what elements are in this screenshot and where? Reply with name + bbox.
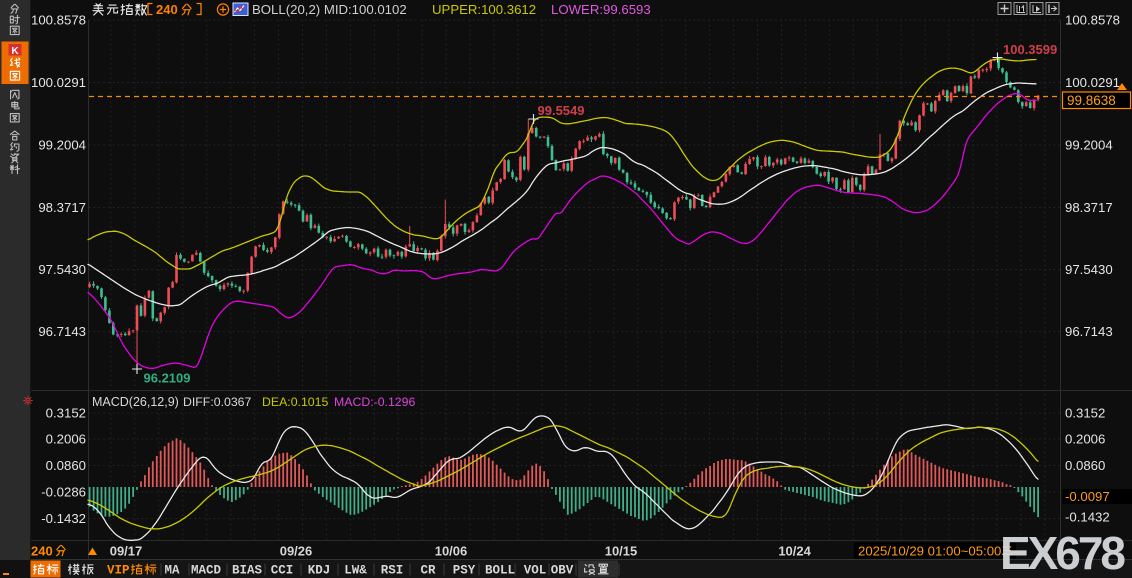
svg-text:KDJ: KDJ <box>308 564 331 578</box>
svg-text:OBV: OBV <box>551 564 574 578</box>
svg-text:100.0291: 100.0291 <box>1065 75 1120 90</box>
svg-text:100.3599: 100.3599 <box>1003 42 1057 57</box>
svg-text:100.8578: 100.8578 <box>31 13 86 28</box>
svg-text:97.5430: 97.5430 <box>38 262 86 277</box>
svg-text:10/24: 10/24 <box>778 544 811 559</box>
svg-text:K: K <box>11 46 19 57</box>
svg-text:BOLL(20,2) MID:100.0102: BOLL(20,2) MID:100.0102 <box>252 2 407 17</box>
svg-text:10/06: 10/06 <box>435 544 468 559</box>
svg-text:0.3152: 0.3152 <box>46 406 86 421</box>
svg-text:MACD(26,12,9): MACD(26,12,9) <box>92 395 179 409</box>
svg-text:LOWER:99.6593: LOWER:99.6593 <box>551 2 651 17</box>
svg-text:99.5549: 99.5549 <box>538 103 585 118</box>
svg-text:DEA:0.1015: DEA:0.1015 <box>262 395 328 409</box>
svg-text:99.8638: 99.8638 <box>1067 93 1116 108</box>
svg-text:-0.1432: -0.1432 <box>1065 510 1110 525</box>
svg-text:09/17: 09/17 <box>110 544 143 559</box>
svg-text:CCI: CCI <box>271 564 294 578</box>
svg-text:0.0860: 0.0860 <box>1065 458 1105 473</box>
svg-text:UPPER:100.3612: UPPER:100.3612 <box>432 2 536 17</box>
svg-text:97.5430: 97.5430 <box>1065 262 1113 277</box>
svg-text:100.8578: 100.8578 <box>1065 13 1120 28</box>
svg-text:240: 240 <box>31 544 53 559</box>
svg-text:0.2006: 0.2006 <box>46 432 86 447</box>
svg-text:BIAS: BIAS <box>232 564 263 578</box>
svg-text:2025/10/29 01:00~05:00: 2025/10/29 01:00~05:00 <box>858 544 1001 559</box>
svg-text:99.2004: 99.2004 <box>38 138 86 153</box>
svg-text:MA: MA <box>164 564 180 578</box>
svg-text:0.3152: 0.3152 <box>1065 406 1105 421</box>
svg-text:98.3717: 98.3717 <box>38 200 86 215</box>
svg-text:BOLL: BOLL <box>485 564 515 578</box>
svg-text:-0.0097: -0.0097 <box>1065 489 1110 504</box>
svg-text:PSY: PSY <box>453 564 476 578</box>
svg-text:99.2004: 99.2004 <box>1065 138 1113 153</box>
svg-text:LW&: LW& <box>344 564 367 578</box>
svg-text:DIFF:0.0367: DIFF:0.0367 <box>183 395 252 409</box>
svg-text:-0.0286: -0.0286 <box>41 485 86 500</box>
svg-text:EX678: EX678 <box>1000 527 1126 578</box>
svg-text:100.0291: 100.0291 <box>31 75 86 90</box>
svg-text:VOL: VOL <box>524 564 547 578</box>
svg-text:09/26: 09/26 <box>280 544 313 559</box>
svg-text:240: 240 <box>156 2 178 17</box>
svg-text:RSI: RSI <box>381 564 404 578</box>
svg-text:96.7143: 96.7143 <box>38 324 86 339</box>
svg-text:98.3717: 98.3717 <box>1065 200 1113 215</box>
svg-text:0.2006: 0.2006 <box>1065 432 1105 447</box>
svg-text:96.2109: 96.2109 <box>144 371 191 386</box>
svg-text:MACD: MACD <box>191 564 222 578</box>
svg-text:VIP: VIP <box>107 564 130 578</box>
svg-text:96.7143: 96.7143 <box>1065 324 1113 339</box>
svg-text:0.0860: 0.0860 <box>46 458 86 473</box>
svg-text:10/15: 10/15 <box>605 544 638 559</box>
svg-text:CR: CR <box>420 564 436 578</box>
svg-text:-0.1432: -0.1432 <box>41 511 86 526</box>
svg-text:MACD:-0.1296: MACD:-0.1296 <box>334 395 415 409</box>
